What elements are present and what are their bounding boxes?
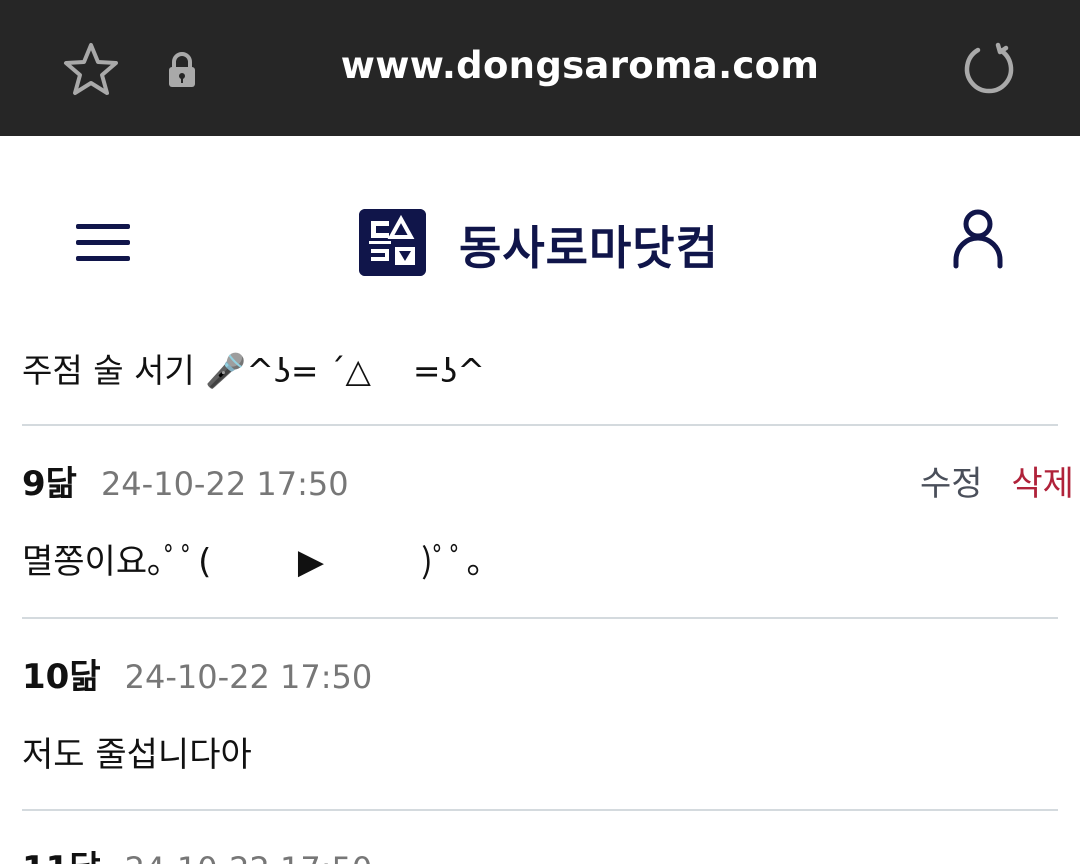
browser-address-bar: www.dongsaroma.com: [0, 0, 1080, 136]
url-text[interactable]: www.dongsaroma.com: [300, 44, 860, 87]
comment-header: 11닮 24-10-22 17:50: [22, 841, 372, 864]
comment-date: 24-10-22 17:50: [100, 465, 349, 503]
comment-body: 저도 줄섭니다아: [22, 735, 252, 775]
site-logo[interactable]: [359, 209, 426, 276]
comment-author: 10닮: [22, 657, 101, 697]
star-icon[interactable]: [62, 41, 120, 99]
divider: [22, 809, 1058, 811]
post-title: 주점 술 서기 🎤^ʖ= ´△ =ʖ^: [22, 351, 485, 390]
comment-author: 9닮: [22, 464, 77, 504]
divider: [22, 617, 1058, 619]
delete-button[interactable]: 삭제: [1011, 464, 1074, 504]
comment-header: 10닮 24-10-22 17:50: [22, 649, 372, 698]
hamburger-menu-icon[interactable]: [76, 222, 130, 264]
comment-date: 24-10-22 17:50: [125, 850, 373, 864]
site-header: 동사로마닷컴: [0, 136, 1080, 336]
site-name[interactable]: 동사로마닷컴: [459, 212, 719, 278]
comment-actions: 수정 삭제: [920, 456, 1074, 505]
reload-icon[interactable]: [960, 40, 1018, 98]
edit-button[interactable]: 수정: [920, 464, 983, 504]
comment-date: 24-10-22 17:50: [124, 658, 373, 696]
comment-author: 11닮: [22, 841, 101, 864]
user-icon[interactable]: [952, 208, 1004, 270]
comment-header: 9닮 24-10-22 17:50: [22, 456, 349, 505]
comment-body: 멸쫑이요｡ﾟﾟ( ▶ )ﾟﾟ｡: [22, 542, 484, 582]
divider: [22, 424, 1058, 426]
lock-icon: [169, 52, 195, 87]
